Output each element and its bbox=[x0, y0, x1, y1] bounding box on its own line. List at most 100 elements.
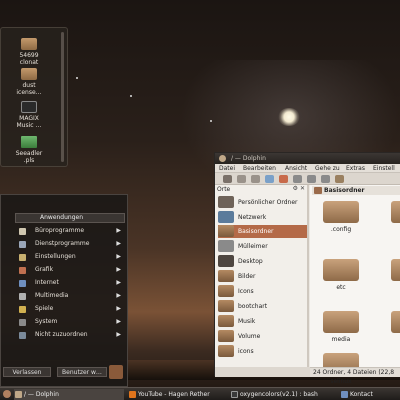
menu-item-label: Nicht zuzuordnen bbox=[35, 331, 88, 338]
system-icon bbox=[19, 319, 26, 326]
forward-icon[interactable] bbox=[237, 175, 246, 183]
menu-header-applications[interactable]: Anwendungen bbox=[15, 213, 125, 223]
menu-item-graphics[interactable]: Grafik ▶ bbox=[19, 264, 125, 276]
folder-label: etc bbox=[336, 284, 346, 291]
breadcrumb[interactable]: Basisordner bbox=[312, 186, 400, 195]
logout-button[interactable]: Verlassen bbox=[3, 367, 51, 377]
menu-item-label: Internet bbox=[35, 279, 59, 286]
folder-tile[interactable]: media bbox=[320, 311, 362, 343]
menu-extras[interactable]: Extras bbox=[346, 164, 365, 173]
menu-file[interactable]: Datei bbox=[219, 164, 235, 173]
menu-item-games[interactable]: Spiele ▶ bbox=[19, 303, 125, 315]
star bbox=[76, 77, 78, 79]
menu-item-label: Spiele bbox=[35, 305, 54, 312]
moon bbox=[278, 108, 300, 126]
place-musik[interactable]: Musik bbox=[218, 315, 308, 328]
task-youtube[interactable]: YouTube - Hagen Rether bbox=[128, 389, 228, 400]
place-bilder[interactable]: Bilder bbox=[218, 270, 308, 283]
dolphin-app-icon bbox=[15, 391, 22, 398]
task-kontact[interactable]: Kontact bbox=[340, 389, 400, 400]
icons-view-icon[interactable] bbox=[293, 175, 302, 183]
desktop-folder-panel: 54699 clonat dust icense… MAGIX Music … … bbox=[0, 27, 68, 167]
settings-icon bbox=[19, 254, 26, 261]
back-icon[interactable] bbox=[223, 175, 232, 183]
folder-tile[interactable]: etc bbox=[320, 259, 362, 291]
folder-icon bbox=[323, 311, 359, 333]
games-icon bbox=[19, 306, 26, 313]
place-volume[interactable]: Volume bbox=[218, 330, 308, 343]
desktop-item-seeadler[interactable]: Seeadler .pls bbox=[9, 136, 49, 164]
menu-item-multimedia[interactable]: Multimedia ▶ bbox=[19, 290, 125, 302]
menu-item-utilities[interactable]: Dienstprogramme ▶ bbox=[19, 238, 125, 250]
menu-settings[interactable]: Einstell bbox=[373, 164, 395, 173]
place-icons[interactable]: Icons bbox=[218, 285, 308, 298]
desktop-item-label: clonat bbox=[19, 59, 39, 66]
places-panel-controls-icon[interactable]: ⚙ ✕ bbox=[293, 185, 305, 192]
submenu-arrow-icon: ▶ bbox=[116, 253, 121, 260]
menu-go[interactable]: Gehe zu bbox=[315, 164, 340, 173]
application-menu: Anwendungen Büroprogramme ▶ Dienstprogra… bbox=[0, 194, 128, 387]
menu-item-settings[interactable]: Einstellungen ▶ bbox=[19, 251, 125, 263]
magix-icon bbox=[21, 101, 37, 113]
folder-tile[interactable]: .config bbox=[320, 201, 362, 233]
trash-icon bbox=[218, 240, 234, 252]
home-icon[interactable] bbox=[265, 175, 274, 183]
window-title: / — Dolphin bbox=[231, 155, 266, 162]
place-network[interactable]: Netzwerk bbox=[218, 211, 308, 224]
folder-tile-partial[interactable] bbox=[391, 259, 400, 281]
reload-icon[interactable] bbox=[279, 175, 288, 183]
preview-icon[interactable] bbox=[335, 175, 344, 183]
submenu-arrow-icon: ▶ bbox=[116, 266, 121, 273]
folder-tile-partial[interactable] bbox=[391, 311, 400, 333]
folder-icon bbox=[218, 330, 234, 342]
office-icon bbox=[19, 228, 26, 235]
columns-view-icon[interactable] bbox=[321, 175, 330, 183]
desktop-panel-scrollbar[interactable] bbox=[61, 32, 64, 162]
desktop-item-label: 54699 bbox=[19, 52, 39, 59]
task-bash[interactable]: oxygencolors(v2.1) : bash bbox=[230, 389, 336, 400]
submenu-arrow-icon: ▶ bbox=[116, 292, 121, 299]
menu-item-uncategorized[interactable]: Nicht zuzuordnen ▶ bbox=[19, 329, 125, 341]
folder-tile-partial[interactable] bbox=[391, 201, 400, 223]
user-button[interactable]: Benutzer w… bbox=[57, 367, 107, 377]
menu-item-system[interactable]: System ▶ bbox=[19, 316, 125, 328]
uncategorized-icon bbox=[19, 332, 26, 339]
menu-view[interactable]: Ansicht bbox=[285, 164, 307, 173]
place-icons-lower[interactable]: icons bbox=[218, 345, 308, 358]
desktop-item-54699[interactable]: 54699 clonat bbox=[9, 38, 49, 66]
window-titlebar[interactable]: / — Dolphin bbox=[215, 153, 400, 164]
place-label: Netzwerk bbox=[238, 214, 267, 221]
playlist-icon bbox=[21, 136, 37, 148]
places-panel: Orte ⚙ ✕ Persönlicher Ordner Netzwerk Ba… bbox=[215, 185, 309, 367]
folder-icon bbox=[218, 270, 234, 282]
dolphin-app-icon bbox=[219, 155, 226, 162]
details-view-icon[interactable] bbox=[307, 175, 316, 183]
folder-icon bbox=[21, 68, 37, 80]
desktop-item-dust[interactable]: dust icense… bbox=[9, 68, 49, 96]
place-desktop[interactable]: Desktop bbox=[218, 255, 308, 268]
task-dolphin[interactable]: / — Dolphin bbox=[14, 389, 124, 400]
menu-item-internet[interactable]: Internet ▶ bbox=[19, 277, 125, 289]
breadcrumb-label: Basisordner bbox=[324, 187, 365, 194]
menu-item-office[interactable]: Büroprogramme ▶ bbox=[19, 225, 125, 237]
terminal-icon bbox=[231, 391, 238, 398]
horizontal-scrollbar[interactable] bbox=[215, 367, 310, 377]
kontact-icon bbox=[341, 391, 348, 398]
place-label: Bilder bbox=[238, 273, 256, 280]
place-label: Persönlicher Ordner bbox=[238, 199, 298, 206]
place-root[interactable]: Basisordner bbox=[218, 225, 308, 238]
places-scrollbar[interactable] bbox=[307, 185, 309, 367]
network-icon bbox=[218, 211, 234, 223]
status-bar: 24 Ordner, 4 Dateien (22,8 bbox=[310, 367, 400, 377]
folder-icon bbox=[21, 38, 37, 50]
place-bootchart[interactable]: bootchart bbox=[218, 300, 308, 313]
menu-edit[interactable]: Bearbeiten bbox=[243, 164, 276, 173]
desktop-icon bbox=[218, 255, 234, 267]
folder-label: .config bbox=[330, 226, 352, 233]
kmenu-button-icon[interactable] bbox=[3, 390, 11, 398]
place-trash[interactable]: Mülleimer bbox=[218, 240, 308, 253]
desktop-item-magix[interactable]: MAGIX Music … bbox=[9, 101, 49, 129]
place-label: Basisordner bbox=[238, 228, 274, 235]
place-home[interactable]: Persönlicher Ordner bbox=[218, 196, 308, 209]
up-icon[interactable] bbox=[251, 175, 260, 183]
